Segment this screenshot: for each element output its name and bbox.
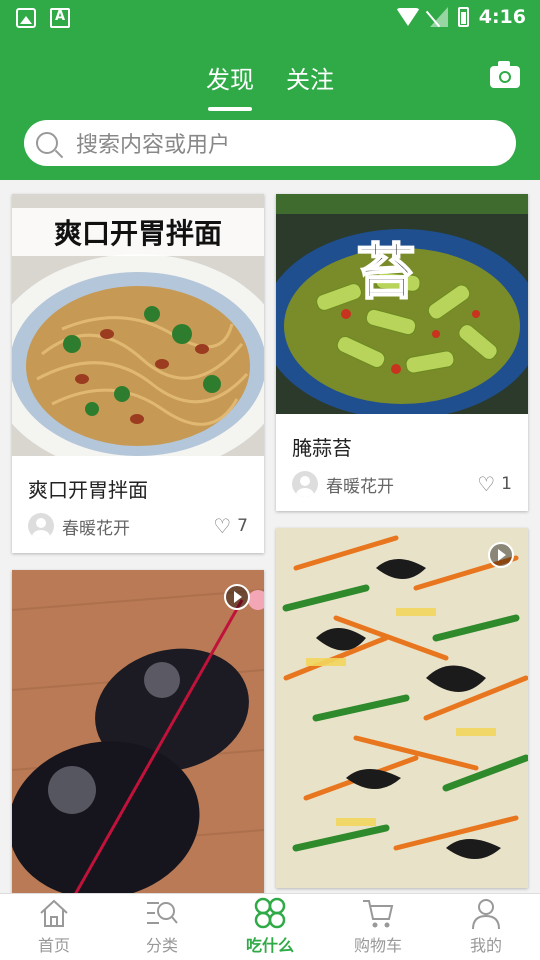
recipe-thumbnail[interactable]: 苔 <box>276 194 528 414</box>
search-bar[interactable]: 搜索内容或用户 <box>24 120 516 166</box>
tab-what-to-eat[interactable]: 吃什么 <box>216 894 324 960</box>
tab-label: 吃什么 <box>245 936 294 955</box>
gallery-icon <box>16 8 36 28</box>
category-search-icon <box>145 896 179 930</box>
avatar[interactable] <box>292 471 318 497</box>
thumbnail-caption: 苔 <box>355 237 417 309</box>
home-icon <box>37 896 71 930</box>
tab-discover[interactable]: 发现 <box>206 60 254 111</box>
tab-label: 我的 <box>469 936 502 955</box>
top-header: 发现 关注 搜索内容或用户 <box>0 36 540 180</box>
avatar[interactable] <box>28 513 54 539</box>
tab-label: 购物车 <box>353 936 402 955</box>
clover-icon <box>253 896 287 930</box>
tab-label: 分类 <box>145 936 178 955</box>
thumbnail-caption: 爽口开胃拌面 <box>12 208 264 256</box>
camera-icon[interactable] <box>490 61 520 88</box>
like-count: 7 <box>237 516 248 536</box>
tab-home[interactable]: 首页 <box>0 894 108 960</box>
search-input[interactable]: 搜索内容或用户 <box>76 127 230 159</box>
recipe-thumbnail[interactable]: 爽口开胃拌面 <box>12 194 264 456</box>
recipe-title[interactable]: 爽口开胃拌面 <box>12 456 264 513</box>
battery-icon <box>457 7 469 27</box>
font-app-icon <box>50 8 70 28</box>
recipe-card[interactable] <box>276 528 528 888</box>
tab-label: 首页 <box>37 936 70 955</box>
like-count: 1 <box>501 474 512 494</box>
wifi-icon <box>395 8 420 26</box>
recipe-card[interactable]: 苔 腌蒜苔 春暖花开 ♡ 1 <box>276 194 528 511</box>
heart-icon[interactable]: ♡ <box>477 472 495 496</box>
recipe-card[interactable] <box>12 570 264 894</box>
century-egg-image <box>12 570 264 894</box>
no-signal-icon <box>429 7 448 27</box>
clock: 4:16 <box>478 6 526 28</box>
status-bar: 4:16 <box>0 0 540 36</box>
tab-follow[interactable]: 关注 <box>286 60 334 105</box>
user-icon <box>469 896 503 930</box>
video-play-icon[interactable] <box>488 542 514 568</box>
recipe-meta: 春暖花开 ♡ 1 <box>276 471 528 511</box>
top-tabs: 发现 关注 <box>0 60 540 111</box>
tab-category[interactable]: 分类 <box>108 894 216 960</box>
recipe-thumbnail[interactable] <box>12 570 264 894</box>
recipe-meta: 春暖花开 ♡ 7 <box>12 513 264 553</box>
recipe-card[interactable]: 爽口开胃拌面 爽口开胃拌面 春暖花开 ♡ 7 <box>12 194 264 553</box>
stirfry-salad-image <box>276 528 528 888</box>
cart-icon <box>361 896 395 930</box>
bottom-tab-bar: 首页 分类 吃什么 购物车 我的 <box>0 893 540 960</box>
tab-me[interactable]: 我的 <box>432 894 540 960</box>
author-name[interactable]: 春暖花开 <box>326 472 477 497</box>
search-icon <box>36 132 58 154</box>
heart-icon[interactable]: ♡ <box>213 514 231 538</box>
author-name[interactable]: 春暖花开 <box>62 514 213 539</box>
recipe-feed[interactable]: 爽口开胃拌面 爽口开胃拌面 春暖花开 ♡ 7 苔 腌蒜苔 春暖花开 ♡ 1 <box>0 180 540 894</box>
recipe-thumbnail[interactable] <box>276 528 528 888</box>
tab-cart[interactable]: 购物车 <box>324 894 432 960</box>
recipe-title[interactable]: 腌蒜苔 <box>276 414 528 471</box>
video-play-icon[interactable] <box>224 584 250 610</box>
